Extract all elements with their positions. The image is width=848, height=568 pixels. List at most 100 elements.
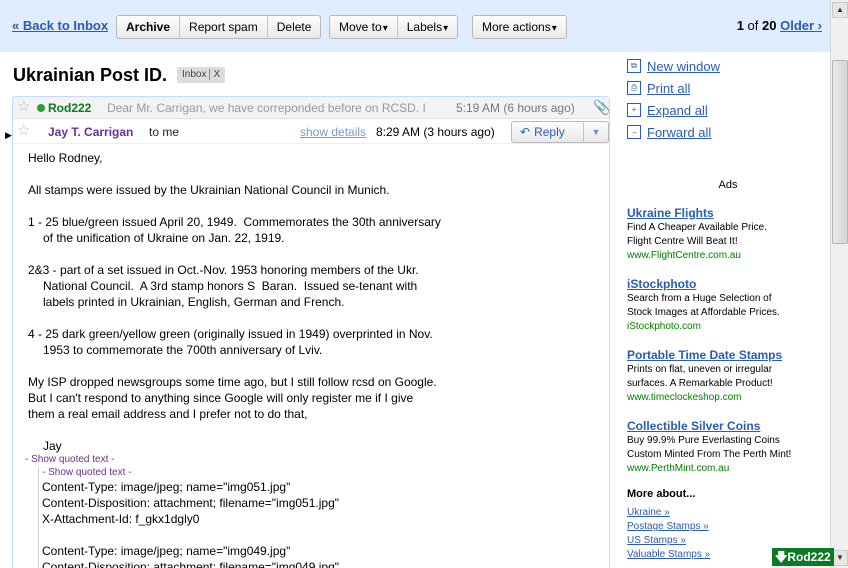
collapsed-sender: Rod222 bbox=[48, 101, 92, 115]
star-icon[interactable]: ☆ bbox=[17, 99, 30, 115]
ad-url[interactable]: www.timeclockeshop.com bbox=[627, 391, 827, 405]
ad-item: Portable Time Date Stamps Prints on flat… bbox=[627, 347, 827, 405]
more-actions-button[interactable]: More actions▾ bbox=[473, 16, 566, 38]
ad-title-link[interactable]: Ukraine Flights bbox=[627, 205, 827, 221]
body-line: National Council. A 3rd stamp honors S B… bbox=[43, 279, 418, 293]
current-message-pointer-icon: ▶ bbox=[5, 130, 12, 140]
scroll-up-icon[interactable]: ▲ bbox=[832, 2, 848, 18]
scrollbar-thumb[interactable] bbox=[832, 60, 848, 244]
expand-all-link[interactable]: Expand all bbox=[647, 103, 708, 118]
more-about-link[interactable]: Ukraine » bbox=[627, 506, 710, 520]
ad-title-link[interactable]: Portable Time Date Stamps bbox=[627, 347, 827, 363]
older-link[interactable]: Older › bbox=[780, 18, 822, 33]
more-actions-group: More actions▾ bbox=[472, 15, 567, 39]
new-window-action[interactable]: ⧉ New window bbox=[626, 58, 826, 80]
pager: 1 of 20 Older › bbox=[737, 18, 822, 33]
move-to-button[interactable]: Move to▾ bbox=[330, 16, 398, 38]
ad-item: Collectible Silver Coins Buy 99.9% Pure … bbox=[627, 418, 827, 476]
reply-arrow-icon: ↶ bbox=[520, 125, 531, 139]
more-actions-label: More actions bbox=[482, 20, 551, 34]
labels-label: Labels bbox=[406, 20, 443, 34]
ad-title-link[interactable]: Collectible Silver Coins bbox=[627, 418, 827, 434]
pager-of: of bbox=[743, 18, 762, 33]
ad-description: Flight Centre Will Beat It! bbox=[627, 236, 738, 247]
message-body: Hello Rodney, All stamps were issued by … bbox=[25, 150, 603, 568]
body-line: Hello Rodney, bbox=[28, 151, 103, 165]
show-details-link[interactable]: show details bbox=[300, 125, 366, 139]
archive-button[interactable]: Archive bbox=[117, 16, 181, 38]
body-line: labels printed in Ukrainian, English, Ge… bbox=[43, 295, 345, 309]
ad-url[interactable]: iStockphoto.com bbox=[627, 320, 827, 334]
ad-description: Custom Minted From The Perth Mint! bbox=[627, 449, 792, 460]
move-to-label: Move to bbox=[339, 20, 382, 34]
report-spam-button[interactable]: Report spam bbox=[180, 16, 268, 38]
collapsed-message[interactable]: ☆ Rod222 Dear Mr. Carrigan, we have corr… bbox=[13, 97, 609, 119]
inbox-label-tag: Inbox X bbox=[177, 67, 226, 83]
more-about-heading: More about... bbox=[627, 488, 696, 500]
quoted-block: - Show quoted text - Content-Type: image… bbox=[38, 467, 603, 568]
archive-spam-delete-group: Archive Report spam Delete bbox=[116, 15, 322, 39]
reply-button[interactable]: ↶ Reply bbox=[512, 122, 584, 142]
show-quoted-text-link[interactable]: - Show quoted text - bbox=[25, 454, 603, 466]
conversation-actions: ⧉ New window ⎙ Print all + Expand all → … bbox=[626, 58, 826, 146]
open-message-header: ☆ Jay T. Carrigan to me show details 8:2… bbox=[13, 120, 609, 144]
remove-label-icon[interactable]: X bbox=[209, 69, 221, 80]
back-to-inbox-link[interactable]: « Back to Inbox bbox=[12, 18, 108, 33]
reply-button-group: ↶ Reply ▼ bbox=[511, 121, 609, 143]
more-about-link[interactable]: Valuable Stamps » bbox=[627, 548, 710, 562]
attachment-header-line: Content-Type: image/jpeg; name="img049.j… bbox=[42, 544, 291, 558]
forward-all-link[interactable]: Forward all bbox=[647, 125, 711, 140]
new-window-icon: ⧉ bbox=[627, 59, 641, 73]
page-scrollbar[interactable]: ▲ ▼ bbox=[830, 0, 848, 568]
body-line: 4 - 25 dark green/yellow green (original… bbox=[28, 327, 433, 341]
show-quoted-text-link[interactable]: - Show quoted text - bbox=[42, 467, 603, 479]
collapsed-snippet: Dear Mr. Carrigan, we have correponded b… bbox=[107, 101, 426, 115]
ad-description: Search from a Huge Selection of bbox=[627, 293, 772, 304]
expand-all-action[interactable]: + Expand all bbox=[626, 102, 826, 124]
more-about-link[interactable]: Postage Stamps » bbox=[627, 520, 710, 534]
forward-icon: → bbox=[627, 125, 641, 139]
conversation-thread: ☆ Rod222 Dear Mr. Carrigan, we have corr… bbox=[12, 96, 610, 568]
more-about-link[interactable]: US Stamps » bbox=[627, 534, 710, 548]
scroll-down-icon[interactable]: ▼ bbox=[832, 550, 848, 566]
ad-url[interactable]: www.PerthMint.com.au bbox=[627, 462, 827, 476]
chat-notification-badge[interactable]: 🡇Rod222 bbox=[772, 548, 834, 566]
body-line: 1953 to commemorate the 700th anniversar… bbox=[43, 343, 323, 357]
pager-current: 1 bbox=[736, 18, 744, 33]
expand-icon: + bbox=[627, 103, 641, 117]
attachment-header-line: Content-Disposition: attachment; filenam… bbox=[42, 560, 340, 568]
attachment-header-line: Content-Disposition: attachment; filenam… bbox=[42, 496, 340, 510]
body-line: My ISP dropped newsgroups some time ago,… bbox=[28, 375, 437, 389]
labels-button[interactable]: Labels▾ bbox=[398, 16, 457, 38]
pager-total: 20 bbox=[762, 18, 777, 33]
star-icon[interactable]: ☆ bbox=[17, 123, 30, 139]
body-line: 1 - 25 blue/green issued April 20, 1949.… bbox=[28, 215, 441, 229]
ad-description: Prints on flat, uneven or irregular bbox=[627, 364, 773, 375]
new-window-link[interactable]: New window bbox=[647, 59, 720, 74]
chevron-down-icon: ▾ bbox=[551, 23, 557, 34]
forward-all-action[interactable]: → Forward all bbox=[626, 124, 826, 146]
reply-label: Reply bbox=[534, 125, 565, 139]
attachment-header-line: Content-Type: image/jpeg; name="img051.j… bbox=[42, 480, 291, 494]
ad-title-link[interactable]: iStockphoto bbox=[627, 276, 827, 292]
ad-item: iStockphoto Search from a Huge Selection… bbox=[627, 276, 827, 334]
message-sender[interactable]: Jay T. Carrigan bbox=[48, 125, 133, 139]
reply-options-chevron-icon[interactable]: ▼ bbox=[584, 122, 608, 142]
print-all-action[interactable]: ⎙ Print all bbox=[626, 80, 826, 102]
print-all-link[interactable]: Print all bbox=[647, 81, 690, 96]
ad-url[interactable]: www.FlightCentre.com.au bbox=[627, 249, 827, 263]
attachment-header-line: X-Attachment-Id: f_gkx1dgly0 bbox=[42, 512, 200, 526]
signature: Jay bbox=[43, 439, 62, 453]
chevron-down-icon: ▾ bbox=[443, 23, 449, 34]
move-labels-group: Move to▾ Labels▾ bbox=[329, 15, 459, 39]
toolbar: « Back to Inbox Archive Report spam Dele… bbox=[0, 0, 830, 52]
body-line: All stamps were issued by the Ukrainian … bbox=[28, 183, 390, 197]
ad-description: Stock Images at Affordable Prices. bbox=[627, 307, 780, 318]
online-status-icon bbox=[37, 104, 45, 112]
delete-button[interactable]: Delete bbox=[268, 16, 321, 38]
attachment-clip-icon: 📎 bbox=[593, 99, 609, 115]
body-line: of the unification of Ukraine on Jan. 22… bbox=[43, 231, 285, 245]
message-time: 8:29 AM (3 hours ago) bbox=[376, 125, 495, 139]
label-name: Inbox bbox=[182, 69, 207, 80]
ad-description: Buy 99.9% Pure Everlasting Coins bbox=[627, 435, 780, 446]
